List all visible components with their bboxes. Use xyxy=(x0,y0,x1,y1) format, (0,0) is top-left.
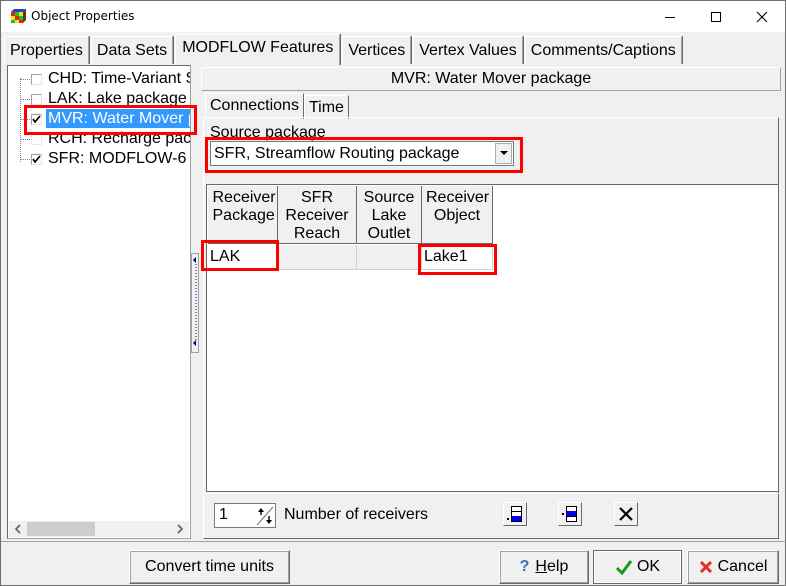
close-icon xyxy=(756,11,768,22)
minimize-icon xyxy=(665,16,675,18)
horizontal-scrollbar[interactable] xyxy=(9,521,189,537)
tree-item-rch[interactable]: RCH: Recharge package xyxy=(8,129,190,149)
insert-row-below-icon xyxy=(507,506,522,522)
scrollbar-thumb[interactable] xyxy=(27,522,95,536)
source-package-value: SFR, Streamflow Routing package xyxy=(214,145,460,162)
receivers-count-spinner[interactable]: 1 xyxy=(214,503,276,528)
ok-label: OK xyxy=(636,558,661,575)
maximize-button[interactable] xyxy=(693,1,739,32)
tab-connections[interactable]: Connections xyxy=(205,93,304,119)
package-header: MVR: Water Mover package xyxy=(201,67,781,91)
column-header-text: Receiver Package xyxy=(212,189,276,224)
tree-connector xyxy=(20,139,30,140)
tree-item-sfr[interactable]: SFR: MODFLOW-6 Streamflow Routing xyxy=(8,149,190,169)
package-subtabs: Connections Time xyxy=(205,93,349,119)
spin-up-down-icon[interactable] xyxy=(256,505,274,526)
rubiks-cube-icon xyxy=(11,9,26,23)
main-tabs: Properties Data Sets MODFLOW Features Ve… xyxy=(4,34,682,65)
feature-tree: CHD: Time-Variant Specified Head LAK: La… xyxy=(7,65,191,539)
checkbox-lak[interactable] xyxy=(31,94,42,105)
checkbox-mvr[interactable] xyxy=(31,114,42,125)
convert-time-units-label: Convert time units xyxy=(145,558,274,575)
title-bar: Object Properties xyxy=(1,1,785,32)
number-of-receivers-label: Number of receivers xyxy=(284,506,429,523)
splitter-grip-icon xyxy=(193,257,197,346)
pane-splitter[interactable] xyxy=(191,253,199,353)
cancel-button[interactable]: Cancel xyxy=(687,550,779,584)
tab-properties[interactable]: Properties xyxy=(4,36,89,64)
column-header-receiver-object[interactable]: Receiver Object xyxy=(422,186,493,244)
scroll-right-icon[interactable] xyxy=(172,521,188,537)
column-header-source-lake-outlet[interactable]: Source Lake Outlet xyxy=(357,186,422,244)
tab-vertex-values[interactable]: Vertex Values xyxy=(413,36,523,64)
checkmark-icon xyxy=(32,115,41,124)
help-mnemonic: H xyxy=(535,558,547,575)
tab-data-sets[interactable]: Data Sets xyxy=(90,36,174,64)
tab-comments-captions[interactable]: Comments/Captions xyxy=(524,36,682,64)
tree-label-rch: RCH: Recharge package xyxy=(48,130,191,147)
tree-connector xyxy=(20,99,30,100)
receivers-count-value: 1 xyxy=(219,506,228,523)
cell-sfr-receiver-reach[interactable] xyxy=(278,245,357,270)
column-header-receiver-package[interactable]: Receiver Package xyxy=(208,186,278,244)
maximize-icon xyxy=(711,11,721,22)
receivers-grid: Receiver Package SFR Receiver Reach Sour… xyxy=(206,184,779,492)
tree-label-mvr: MVR: Water Mover package xyxy=(46,109,190,128)
source-package-dropdown[interactable]: SFR, Streamflow Routing package xyxy=(210,141,514,166)
help-icon: ? xyxy=(519,558,530,575)
tree-item-mvr[interactable]: MVR: Water Mover package xyxy=(8,109,190,129)
checkbox-sfr[interactable] xyxy=(31,154,42,165)
help-label: Help xyxy=(535,558,569,575)
checkmark-icon xyxy=(32,155,41,164)
footer-separator xyxy=(1,541,786,542)
receivers-toolbar: 1 Number of receivers xyxy=(206,493,779,535)
cell-source-lake-outlet[interactable] xyxy=(357,245,422,270)
minimize-button[interactable] xyxy=(647,1,693,32)
tree-label-sfr: SFR: MODFLOW-6 Streamflow Routing xyxy=(48,150,190,167)
tree-connector xyxy=(20,79,30,80)
ok-button[interactable]: OK xyxy=(593,550,682,584)
column-header-text: Receiver Object xyxy=(426,189,490,224)
help-button[interactable]: ? Help xyxy=(499,550,589,584)
tree-label-chd: CHD: Time-Variant Specified Head xyxy=(48,70,190,87)
column-header-text: Source Lake Outlet xyxy=(363,189,415,242)
tab-vertices[interactable]: Vertices xyxy=(342,36,412,64)
chevron-down-icon xyxy=(499,151,508,155)
cancel-label: Cancel xyxy=(717,558,768,575)
convert-time-units-button[interactable]: Convert time units xyxy=(129,550,290,584)
window-title: Object Properties xyxy=(31,9,135,23)
tree-connector xyxy=(20,159,30,160)
scroll-left-icon[interactable] xyxy=(10,521,26,537)
tree-connector xyxy=(20,119,30,120)
tree-item-chd[interactable]: CHD: Time-Variant Specified Head xyxy=(8,69,190,89)
cancel-x-icon xyxy=(699,560,712,574)
source-package-label: Source package xyxy=(210,124,326,141)
cell-receiver-package[interactable]: LAK xyxy=(208,245,278,270)
insert-row-above-button[interactable] xyxy=(558,502,582,526)
dropdown-button[interactable] xyxy=(495,143,512,164)
object-properties-window: Object Properties Properties Data Sets M… xyxy=(0,0,786,586)
tree-item-lak[interactable]: LAK: Lake package xyxy=(8,89,190,109)
insert-row-above-icon xyxy=(562,506,577,522)
column-header-text: SFR Receiver Reach xyxy=(285,189,349,242)
close-button[interactable] xyxy=(739,1,785,32)
tab-modflow-features[interactable]: MODFLOW Features xyxy=(175,34,341,65)
insert-row-below-button[interactable] xyxy=(503,502,527,526)
checkmark-icon xyxy=(615,560,633,575)
tab-time[interactable]: Time xyxy=(303,95,349,119)
cell-receiver-object[interactable]: Lake1 xyxy=(422,245,493,270)
delete-row-button[interactable] xyxy=(614,502,638,526)
delete-icon xyxy=(619,507,633,521)
checkbox-chd[interactable] xyxy=(31,74,42,85)
column-header-sfr-receiver-reach[interactable]: SFR Receiver Reach xyxy=(278,186,357,244)
tree-label-lak: LAK: Lake package xyxy=(48,90,187,107)
checkbox-rch[interactable] xyxy=(31,134,42,145)
